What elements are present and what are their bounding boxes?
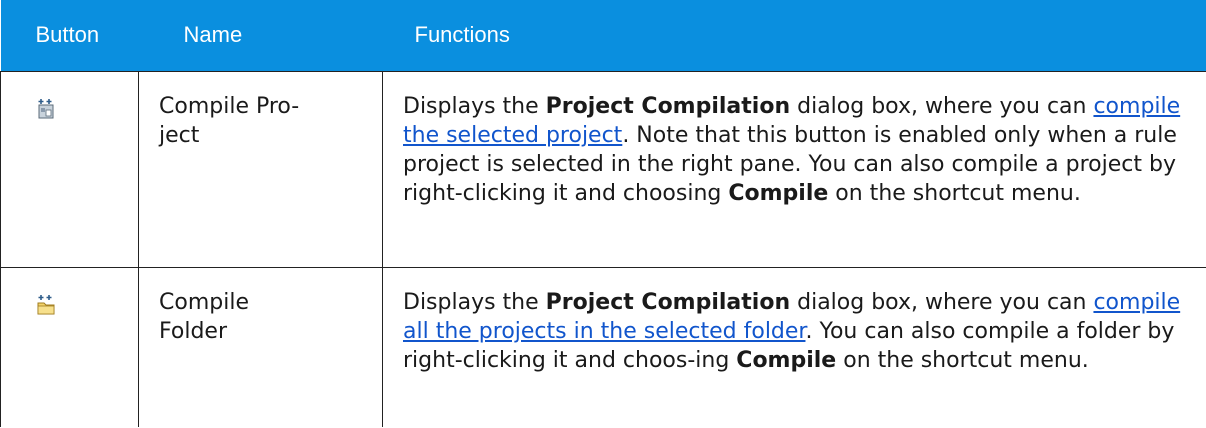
- header-button: Button: [35, 22, 100, 48]
- header-functions: Functions: [414, 22, 510, 48]
- table-row: Compile Folder Displays the Project Comp…: [0, 266, 1206, 427]
- name-cell: Compile Pro- ject: [138, 70, 383, 267]
- menu-command: Compile: [728, 180, 829, 206]
- table-header-row: Button Name Functions: [0, 0, 1206, 71]
- func-text: Displays the: [403, 289, 546, 315]
- dialog-name: Project Compilation: [545, 93, 791, 119]
- name-line: Compile Pro-: [159, 93, 300, 119]
- func-text: on the shortcut menu.: [828, 180, 1081, 206]
- func-text: on the shortcut menu.: [836, 347, 1089, 373]
- name-cell: Compile Folder: [138, 266, 383, 427]
- compile-project-icon: [35, 98, 57, 120]
- func-text: Displays the: [403, 93, 546, 119]
- header-name: Name: [183, 22, 243, 48]
- icon-cell: [0, 70, 139, 267]
- name-line: Folder: [159, 318, 227, 344]
- name-line: Compile: [159, 289, 249, 315]
- compile-folder-icon: [35, 294, 57, 316]
- table-row: Compile Pro- ject Displays the Project C…: [0, 70, 1206, 267]
- dialog-name: Project Compilation: [545, 289, 791, 315]
- buttons-table: Button Name Functions Compile Pro- ject …: [0, 0, 1206, 427]
- menu-command: Compile: [736, 347, 837, 373]
- icon-cell: [0, 266, 139, 427]
- name-line: ject: [159, 122, 200, 148]
- functions-cell: Displays the Project Compilation dialog …: [382, 70, 1206, 267]
- functions-cell: Displays the Project Compilation dialog …: [382, 266, 1206, 427]
- func-text: dialog box, where you can: [790, 289, 1094, 315]
- func-text: dialog box, where you can: [790, 93, 1094, 119]
